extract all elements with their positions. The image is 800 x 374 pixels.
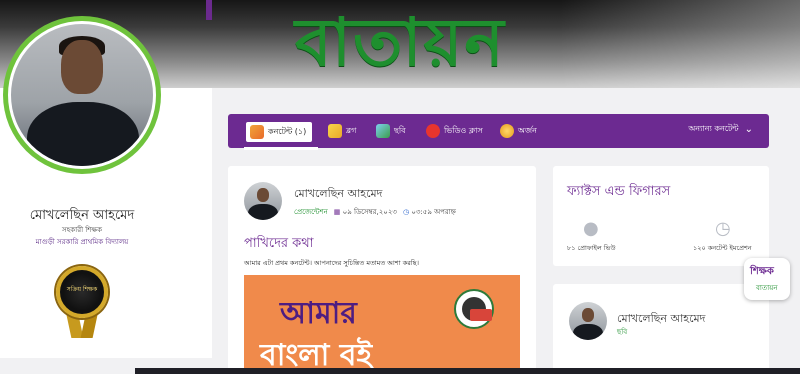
profile-views: ৮১ প্রোফাইল ভিউ bbox=[567, 244, 616, 252]
post-date: ০৯ ডিসেম্বর,২০২৩ bbox=[342, 208, 397, 216]
author-avatar[interactable] bbox=[244, 182, 282, 220]
tab-achievements[interactable]: অর্জন bbox=[500, 120, 537, 142]
chevron-down-icon: ⌄ bbox=[744, 124, 753, 135]
author-card: মোখলেছিন আহমেদ ছবি bbox=[553, 284, 769, 374]
thumbnail-portrait-icon bbox=[454, 289, 494, 329]
profile-role: সহকারী শিক্ষক bbox=[61, 226, 103, 234]
tab-images[interactable]: ছবি bbox=[376, 120, 406, 142]
tab-content[interactable]: কনটেন্ট (১) bbox=[246, 122, 313, 142]
profile-nav: কনটেন্ট (১) ব্লগ ছবি ভিডিও ক্লাস অর্জন অ… bbox=[228, 114, 769, 148]
post-time: ০৩:৫৯ অপরাহ্ন bbox=[411, 208, 456, 216]
post-card: মোখলেছিন আহমেদ প্রেজেন্টেশন ▦ ০৯ ডিসেম্ব… bbox=[228, 166, 536, 374]
calendar-icon: ▦ bbox=[333, 208, 341, 216]
clock-icon: ◷ bbox=[402, 208, 410, 216]
medal-label: সক্রিয় শিক্ষক bbox=[66, 286, 98, 293]
post-title[interactable]: পাখিদের কথা bbox=[244, 234, 313, 255]
author-card-sub: ছবি bbox=[617, 328, 628, 336]
author-card-name[interactable]: মোখলেছিন আহমেদ bbox=[617, 310, 705, 329]
medal-icon bbox=[500, 124, 514, 138]
clock-icon: ◷ bbox=[715, 218, 731, 239]
post-thumbnail[interactable]: আমার বাংলা বই bbox=[244, 275, 520, 374]
profile-school[interactable]: মাগুড়ী সরকারি প্রাথমিক বিদ্যালয় bbox=[0, 236, 164, 248]
active-tab-indicator bbox=[244, 147, 318, 150]
badge-line-1: শিক্ষক bbox=[750, 266, 774, 277]
users-icon: ● bbox=[583, 218, 599, 239]
facts-title: ফ্যাক্টস এন্ড ফিগারস bbox=[567, 184, 671, 199]
other-content-dropdown[interactable]: অন্যান্য কনটেন্ট ⌄ bbox=[688, 123, 753, 136]
content-impressions: ১২০ কনটেন্ট ইমপ্রেশন bbox=[693, 244, 752, 252]
teachers-portal-badge[interactable]: শিক্ষক বাতায়ন bbox=[744, 258, 790, 300]
post-excerpt: আমার এটা প্রথম কনটেন্ট। আপনাদের সুচিন্তি… bbox=[244, 259, 419, 267]
profile-avatar[interactable] bbox=[3, 16, 161, 174]
post-meta: প্রেজেন্টেশন ▦ ০৯ ডিসেম্বর,২০২৩ ◷ ০৩:৫৯ … bbox=[294, 206, 456, 218]
banner-title: বাতায়ন bbox=[295, 3, 506, 81]
tab-blog[interactable]: ব্লগ bbox=[328, 120, 356, 142]
facts-card: ফ্যাক্টস এন্ড ফিগারস ● ৮১ প্রোফাইল ভিউ ◷… bbox=[553, 166, 769, 266]
banner-accent bbox=[206, 0, 212, 20]
image-icon bbox=[376, 124, 390, 138]
blog-icon bbox=[328, 124, 342, 138]
author-card-avatar[interactable] bbox=[569, 302, 607, 340]
post-author[interactable]: মোখলেছিন আহমেদ bbox=[294, 185, 382, 204]
badge-line-2: বাতায়ন bbox=[756, 284, 778, 292]
content-icon bbox=[250, 125, 264, 139]
active-teacher-medal-icon: সক্রিয় শিক্ষক bbox=[54, 266, 110, 342]
bottom-bar bbox=[135, 368, 800, 374]
post-category[interactable]: প্রেজেন্টেশন bbox=[294, 206, 328, 218]
video-icon bbox=[426, 124, 440, 138]
tab-video-class[interactable]: ভিডিও ক্লাস bbox=[426, 120, 483, 142]
